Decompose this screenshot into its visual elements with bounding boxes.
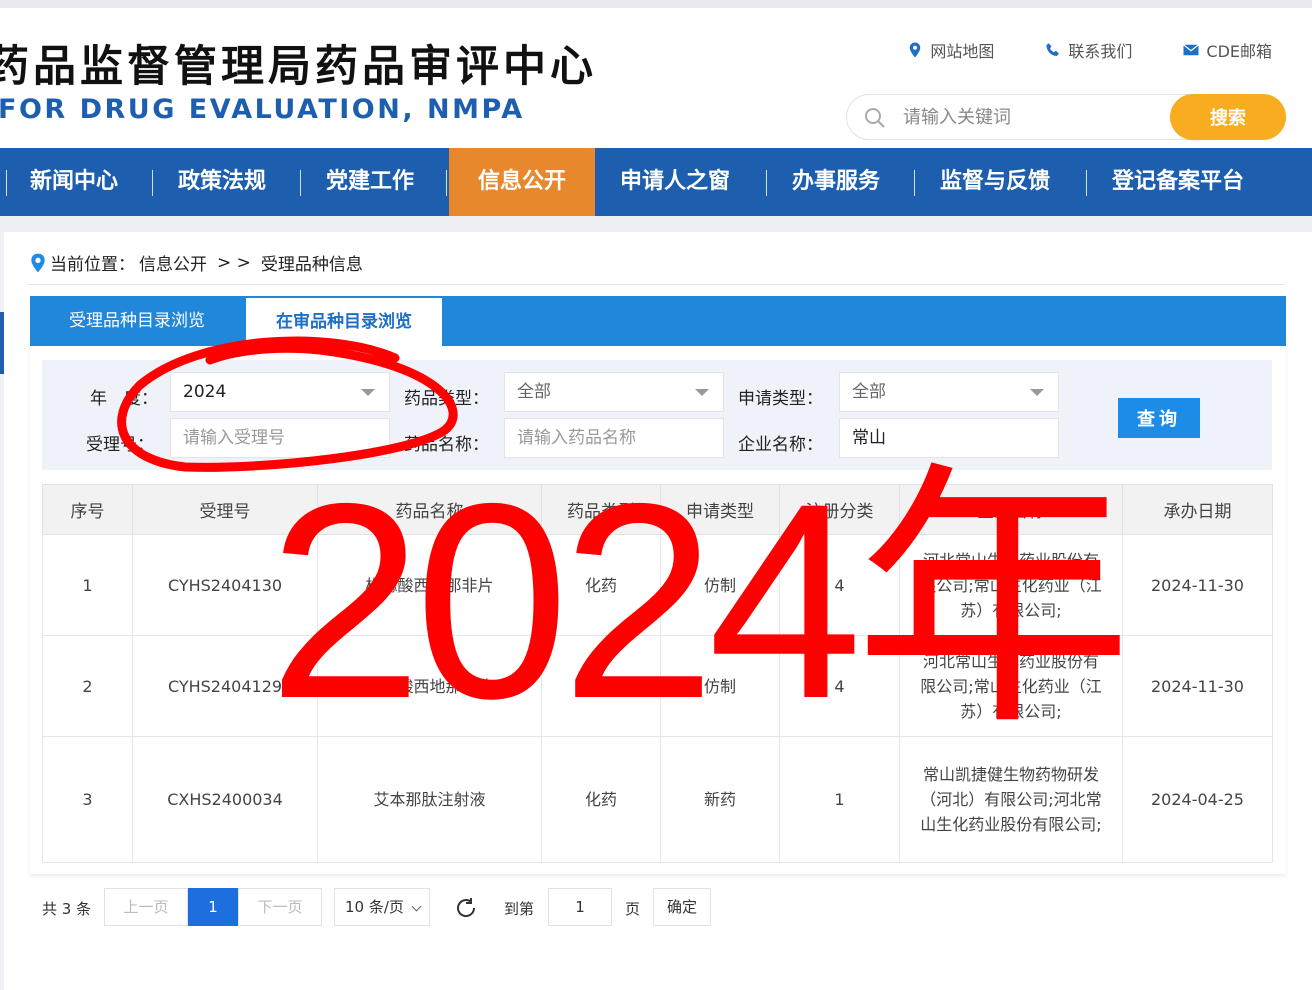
- drug-type-value: 全部: [517, 382, 551, 402]
- col-header-no: 序号: [42, 484, 133, 535]
- left-accent-bar: [0, 312, 4, 374]
- nav-separator: [300, 170, 301, 196]
- breadcrumb-prefix: 当前位置：: [50, 255, 135, 275]
- sitemap-label: 网站地图: [930, 42, 995, 61]
- sitemap-link[interactable]: 网站地图: [906, 38, 994, 62]
- nav-separator: [914, 170, 915, 196]
- total-count: 共 3 条: [42, 900, 92, 918]
- tab-accepted-catalog[interactable]: 受理品种目录浏览: [30, 296, 244, 346]
- cell-no: 2: [42, 635, 133, 737]
- page-size-value: 10 条/页: [345, 898, 404, 916]
- app-type-label: 申请类型：: [738, 389, 823, 409]
- nav-separator: [152, 170, 153, 196]
- location-pin-icon: [31, 253, 45, 272]
- chevron-down-icon: [695, 389, 709, 396]
- nav-item-feedback[interactable]: 监督与反馈: [940, 148, 1050, 216]
- chevron-down-icon: [361, 389, 375, 396]
- page-1-button[interactable]: 1: [188, 888, 238, 926]
- search-icon: [865, 108, 885, 128]
- breadcrumb-section[interactable]: 信息公开: [139, 250, 207, 275]
- goto-label: 到第: [504, 900, 535, 918]
- nav-separator: [766, 170, 767, 196]
- site-title-cn: 药品监督管理局药品审评中心: [0, 42, 597, 92]
- nav-item-info-public[interactable]: 信息公开: [449, 148, 595, 216]
- cde-mail-label: CDE邮箱: [1206, 42, 1272, 61]
- nav-separator: [6, 170, 7, 196]
- site-title-en: FOR DRUG EVALUATION, NMPA: [0, 94, 525, 125]
- cell-no: 1: [42, 534, 133, 636]
- app-type-value: 全部: [852, 382, 886, 402]
- year-label: 年 度：: [90, 389, 158, 409]
- top-strip: [0, 0, 1312, 8]
- breadcrumb-divider: [28, 284, 1284, 285]
- nav-separator: [446, 170, 447, 196]
- top-links: 网站地图 联系我们 CDE邮箱: [906, 38, 1272, 62]
- refresh-icon[interactable]: [454, 896, 478, 920]
- accept-no-label: 受理号：: [86, 435, 154, 455]
- red-year-annotation: 2024年: [268, 445, 1132, 756]
- page-size-select[interactable]: 10 条/页: [334, 888, 430, 926]
- map-pin-icon: [910, 42, 921, 58]
- cell-date: 2024-04-25: [1122, 736, 1273, 863]
- app-type-select[interactable]: 全部: [839, 372, 1059, 412]
- breadcrumb: 当前位置： 信息公开 > > 受理品种信息: [30, 250, 363, 275]
- nav-separator: [1086, 170, 1087, 196]
- drug-type-label: 药品类型：: [404, 389, 489, 409]
- goto-confirm-button[interactable]: 确定: [653, 888, 711, 926]
- nav-item-party[interactable]: 党建工作: [326, 148, 414, 216]
- year-select[interactable]: 2024: [170, 372, 390, 412]
- nav-item-services[interactable]: 办事服务: [792, 148, 880, 216]
- next-page-button[interactable]: 下一页: [238, 888, 322, 926]
- nav-item-registration[interactable]: 登记备案平台: [1112, 148, 1244, 216]
- cell-date: 2024-11-30: [1122, 534, 1273, 636]
- breadcrumb-separator: > >: [217, 252, 251, 273]
- contact-label: 联系我们: [1068, 42, 1133, 61]
- tab-bar: 受理品种目录浏览 在审品种目录浏览: [30, 296, 1286, 346]
- tab-under-review-catalog[interactable]: 在审品种目录浏览: [246, 298, 442, 346]
- cell-date: 2024-11-30: [1122, 635, 1273, 737]
- drug-type-select[interactable]: 全部: [504, 372, 724, 412]
- search-box: 搜索: [846, 94, 1286, 140]
- chevron-down-icon: [411, 901, 422, 912]
- phone-icon: [1046, 43, 1060, 56]
- nav-item-policy[interactable]: 政策法规: [178, 148, 266, 216]
- contact-link[interactable]: 联系我们: [1044, 38, 1132, 62]
- prev-page-button[interactable]: 上一页: [104, 888, 188, 926]
- spacer: [0, 216, 1312, 232]
- goto-page-input[interactable]: 1: [548, 888, 612, 926]
- site-header: 药品监督管理局药品审评中心 FOR DRUG EVALUATION, NMPA …: [0, 8, 1312, 148]
- main-nav: 新闻中心 政策法规 党建工作 信息公开 申请人之窗 办事服务 监督与反馈 登记备…: [0, 148, 1312, 216]
- cde-mail-link[interactable]: CDE邮箱: [1182, 38, 1272, 62]
- page-unit-label: 页: [625, 900, 641, 918]
- year-value: 2024: [183, 382, 227, 402]
- search-button[interactable]: 搜索: [1170, 94, 1286, 140]
- search-input[interactable]: [901, 103, 1161, 131]
- col-header-date: 承办日期: [1122, 484, 1273, 535]
- breadcrumb-current: 受理品种信息: [260, 255, 363, 275]
- query-button[interactable]: 查询: [1118, 398, 1200, 438]
- nav-item-applicant[interactable]: 申请人之窗: [620, 148, 730, 216]
- cell-no: 3: [42, 736, 133, 863]
- chevron-down-icon: [1030, 389, 1044, 396]
- mail-icon: [1183, 44, 1200, 56]
- nav-item-news[interactable]: 新闻中心: [30, 148, 118, 216]
